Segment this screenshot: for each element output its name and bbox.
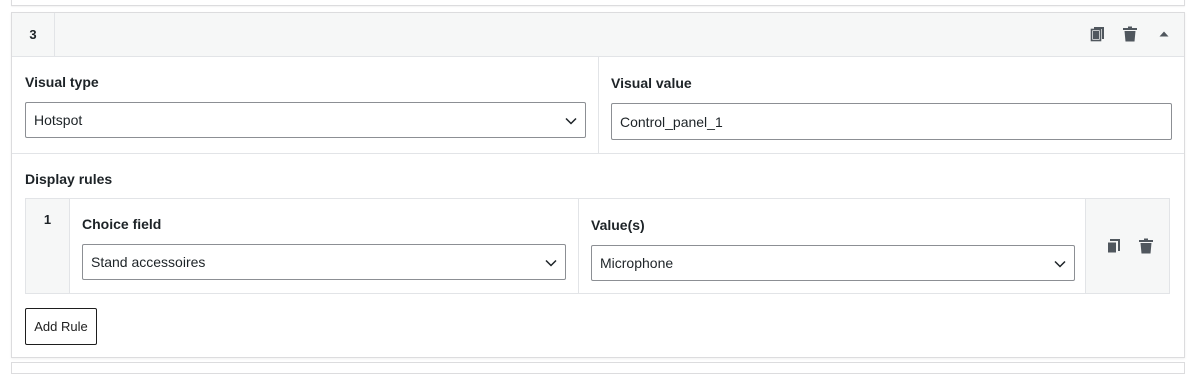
chevron-down-icon (1053, 257, 1067, 271)
visual-type-value: Hotspot (34, 112, 83, 128)
field-divider (598, 57, 599, 153)
values-label: Value(s) (591, 217, 645, 233)
chevron-down-icon (544, 256, 558, 270)
duplicate-icon[interactable] (1105, 237, 1123, 255)
visual-value-label: Visual value (611, 75, 692, 91)
visual-type-select[interactable]: Hotspot (25, 102, 586, 138)
repeater-row: 3 Visual type Hotspot Visual value Contr… (11, 12, 1185, 358)
row-header: 3 (12, 13, 1184, 57)
trash-icon[interactable] (1137, 237, 1155, 255)
chevron-down-icon (564, 114, 578, 128)
visual-value-input[interactable] (611, 103, 1172, 140)
choice-field-value: Stand accessoires (91, 254, 206, 270)
values-select[interactable]: Microphone (591, 245, 1075, 281)
rule-divider (578, 199, 579, 293)
display-rules-label: Display rules (25, 171, 113, 187)
duplicate-icon[interactable] (1089, 25, 1107, 43)
choice-field-label: Choice field (82, 216, 162, 232)
add-rule-button[interactable]: Add Rule (25, 308, 97, 345)
choice-field-select[interactable]: Stand accessoires (82, 244, 566, 280)
rule-number: 1 (26, 199, 70, 293)
caret-up-icon[interactable] (1155, 25, 1173, 43)
previous-repeater-row (11, 0, 1185, 6)
row-number: 3 (12, 13, 55, 56)
section-divider (12, 153, 1184, 154)
rules-table: 1 Choice field Stand accessoires Value(s… (25, 198, 1170, 294)
trash-icon[interactable] (1121, 25, 1139, 43)
next-repeater-row (11, 362, 1185, 374)
visual-type-label: Visual type (25, 74, 99, 90)
values-value: Microphone (600, 255, 674, 271)
rule-actions (1085, 199, 1169, 293)
